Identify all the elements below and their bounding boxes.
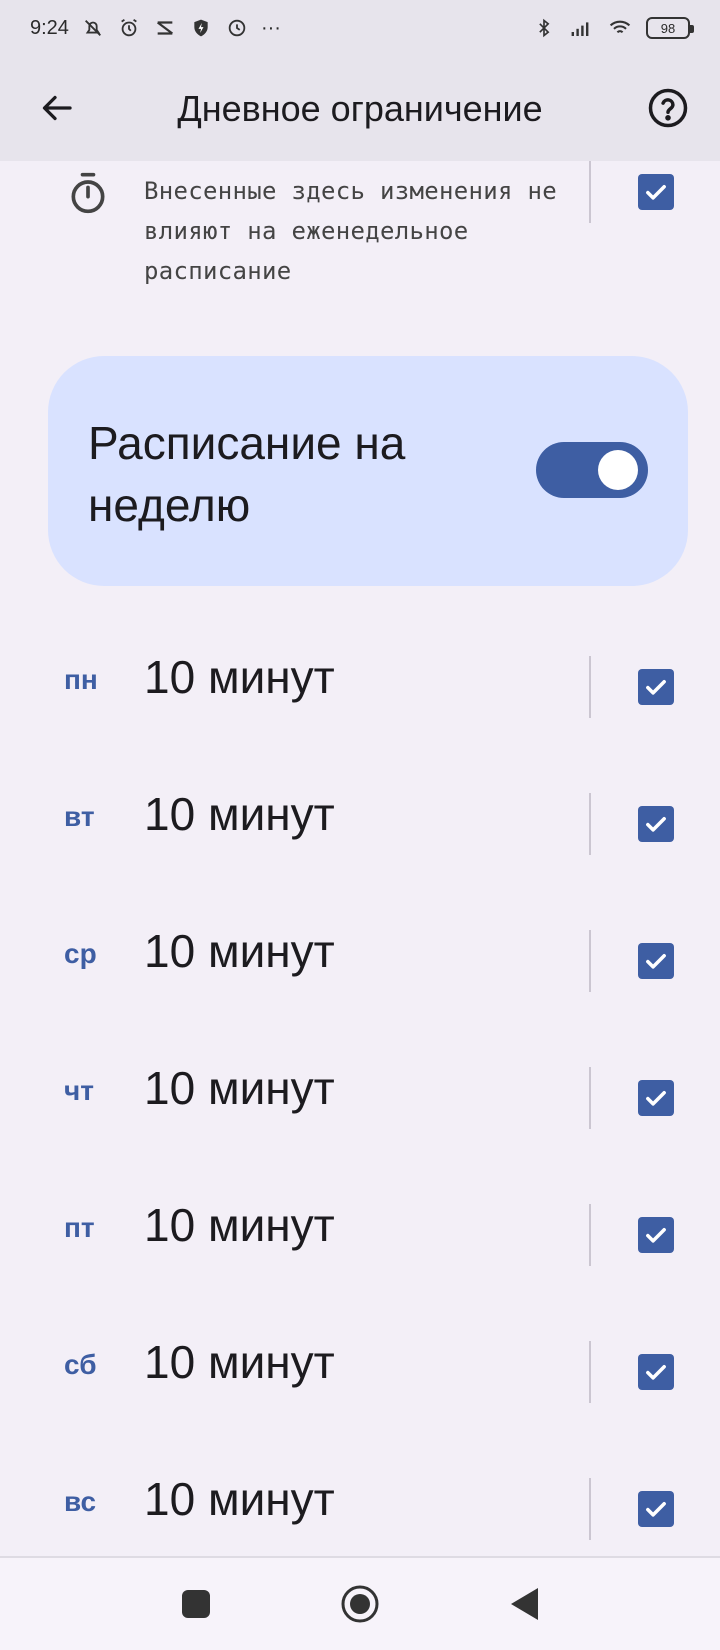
check-icon (646, 1091, 666, 1106)
signal-icon (570, 16, 594, 40)
help-button[interactable] (644, 84, 692, 132)
day-abbr: ср (64, 938, 97, 969)
day-checkbox[interactable] (638, 1080, 674, 1116)
status-bar: 9:24 ··· 98 (0, 0, 720, 56)
day-row[interactable]: пт 10 минут (0, 1166, 720, 1303)
divider (589, 1067, 591, 1129)
battery-icon: 98 (646, 17, 694, 39)
day-row[interactable]: чт 10 минут (0, 1029, 720, 1166)
wifi-icon (608, 16, 632, 40)
home-button[interactable] (336, 1580, 384, 1628)
divider (589, 930, 591, 992)
nav-back-button[interactable] (500, 1580, 548, 1628)
day-abbr: вс (64, 1486, 97, 1517)
back-button[interactable] (34, 84, 82, 132)
divider (589, 1204, 591, 1266)
arrow-left-icon (42, 95, 72, 121)
day-row[interactable]: сб 10 минут (0, 1303, 720, 1440)
day-checkbox[interactable] (638, 1354, 674, 1390)
day-checkbox[interactable] (638, 943, 674, 979)
day-abbr: пт (64, 1212, 95, 1243)
divider (589, 1341, 591, 1403)
status-right: 98 (532, 16, 694, 40)
bell-off-icon (81, 16, 105, 40)
recents-button[interactable] (172, 1580, 220, 1628)
status-left: 9:24 ··· (30, 16, 281, 40)
triangle-back-icon (511, 1588, 538, 1620)
day-checkbox[interactable] (638, 806, 674, 842)
divider (589, 161, 591, 223)
day-checkbox[interactable] (638, 669, 674, 705)
day-abbr: вт (64, 801, 95, 832)
day-limit-value[interactable]: 10 минут (144, 1472, 335, 1526)
divider (589, 1478, 591, 1540)
day-limit-value[interactable]: 10 минут (144, 650, 335, 704)
check-icon (646, 954, 666, 969)
day-checkbox[interactable] (638, 1491, 674, 1527)
bluetooth-icon (532, 16, 556, 40)
square-icon (182, 1590, 210, 1618)
day-limit-value[interactable]: 10 минут (144, 1061, 335, 1115)
check-icon (646, 1502, 666, 1517)
help-circle-icon (648, 88, 688, 128)
battery-level: 98 (660, 20, 676, 36)
weekly-schedule-card[interactable]: Расписание на неделю (48, 356, 688, 586)
divider (589, 793, 591, 855)
day-row[interactable]: пн 10 минут (0, 618, 720, 755)
check-icon (646, 817, 666, 832)
toggle-knob (598, 450, 638, 490)
day-row[interactable]: ср 10 минут (0, 892, 720, 1029)
day-abbr: сб (64, 1349, 97, 1380)
check-icon (646, 1228, 666, 1243)
day-abbr: пн (64, 664, 98, 695)
circle-icon (341, 1585, 379, 1623)
clock-icon (225, 16, 249, 40)
divider (589, 656, 591, 718)
app-notification-icon (153, 16, 177, 40)
day-limit-value[interactable]: 10 минут (144, 1198, 335, 1252)
alarm-icon (117, 16, 141, 40)
day-checkbox[interactable] (638, 1217, 674, 1253)
weekly-schedule-toggle[interactable] (536, 442, 648, 498)
day-limit-value[interactable]: 10 минут (144, 1335, 335, 1389)
info-checkbox[interactable] (638, 174, 674, 210)
check-icon (646, 680, 666, 695)
check-icon (646, 185, 666, 200)
shield-icon (189, 16, 213, 40)
info-row: Внесенные здесь изменения не влияют на е… (0, 161, 720, 311)
day-limit-value[interactable]: 10 минут (144, 787, 335, 841)
system-nav-bar (0, 1556, 720, 1650)
page-title: Дневное ограничение (177, 87, 543, 129)
day-limit-value[interactable]: 10 минут (144, 924, 335, 978)
timer-icon (71, 172, 105, 214)
status-time: 9:24 (30, 16, 69, 39)
weekly-schedule-label: Расписание на неделю (88, 417, 406, 531)
info-text: Внесенные здесь изменения не влияют на е… (144, 177, 557, 285)
day-row[interactable]: вт 10 минут (0, 755, 720, 892)
check-icon (646, 1365, 666, 1380)
day-abbr: чт (64, 1075, 94, 1106)
more-notifications-indicator: ··· (260, 16, 281, 39)
app-bar: Дневное ограничение (0, 56, 720, 161)
